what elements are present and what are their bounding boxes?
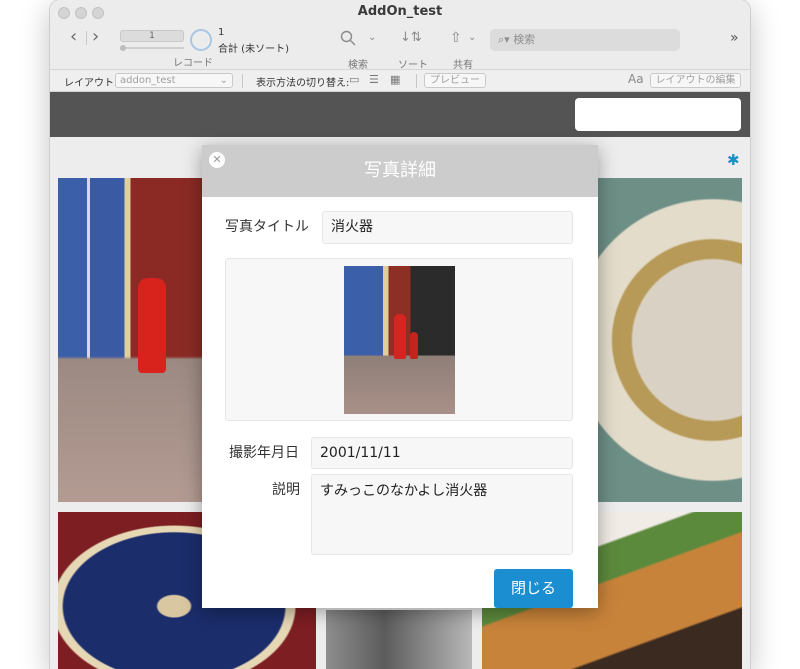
extinguisher-image (138, 278, 166, 373)
dialog-title: 写真詳細 (364, 160, 436, 181)
record-caption: レコード (173, 58, 213, 69)
layout-select-value: addon_test (120, 75, 176, 86)
preview-button[interactable]: プレビュー (424, 73, 486, 88)
extinguisher-image (394, 314, 406, 359)
header-text-field[interactable] (575, 98, 741, 131)
record-count: 1 (218, 27, 225, 38)
total-sort-status: 合計 (未ソート) (218, 44, 289, 55)
chevron-down-icon: ⌄ (219, 75, 228, 86)
window-title: AddOn_test (357, 4, 443, 19)
extinguisher-image (410, 332, 418, 359)
close-icon[interactable]: ✕ (209, 152, 225, 168)
chevron-down-icon[interactable]: ⌄ (368, 32, 376, 43)
layout-label: レイアウト: (64, 78, 118, 89)
sort-caption: ソート (398, 60, 428, 71)
date-label: 撮影年月日 (229, 445, 299, 461)
search-input[interactable]: ⌕▾ 検索 (490, 29, 680, 51)
divider (242, 74, 243, 88)
chevron-double-right-icon[interactable]: » (730, 30, 739, 46)
share-icon[interactable]: ⇧ (450, 30, 462, 46)
divider (86, 31, 87, 45)
pie-chart-icon (190, 29, 212, 51)
photo-tile[interactable] (326, 610, 472, 669)
description-label: 説明 (272, 482, 300, 498)
record-slider-track[interactable] (120, 47, 184, 49)
layout-select[interactable]: addon_test ⌄ (115, 73, 233, 88)
record-slider-thumb[interactable] (120, 45, 126, 51)
next-record-button[interactable]: › (92, 28, 99, 46)
gear-icon[interactable]: ✱ (727, 151, 740, 169)
app-window: AddOn_test ‹ › 1 レコード 1 合計 (未ソート) ⌄ 検索 ↓… (50, 0, 750, 669)
photo-title-label: 写真タイトル (225, 219, 309, 235)
list-view-icon[interactable]: ☰ (369, 73, 379, 86)
toolbar: AddOn_test ‹ › 1 レコード 1 合計 (未ソート) ⌄ 検索 ↓… (50, 0, 750, 71)
record-number-field[interactable]: 1 (120, 30, 184, 42)
view-as-label: 表示方法の切り替え: (256, 78, 350, 89)
font-size-icon[interactable]: Aa (628, 72, 644, 86)
divider (416, 74, 417, 88)
table-view-icon[interactable]: ▦ (390, 73, 400, 86)
form-view-icon[interactable]: ▭ (349, 73, 359, 86)
chevron-down-icon[interactable]: ⌄ (468, 32, 476, 43)
photo-container (225, 258, 573, 421)
photo-tile[interactable] (58, 178, 203, 502)
previous-record-button[interactable]: ‹ (70, 28, 77, 46)
share-caption: 共有 (453, 60, 473, 71)
search-icon[interactable] (340, 30, 356, 50)
find-caption: 検索 (348, 60, 368, 71)
layout-bar: レイアウト: addon_test ⌄ 表示方法の切り替え: ▭ ☰ ▦ プレビ… (50, 70, 750, 92)
search-placeholder: 検索 (513, 33, 536, 46)
sort-icon[interactable]: ↓⇅ (400, 30, 422, 45)
photo-tile[interactable] (596, 178, 742, 502)
description-field[interactable]: すみっこのなかよし消火器 (311, 474, 573, 555)
search-icon: ⌕▾ (498, 33, 514, 46)
photo-title-field[interactable]: 消火器 (322, 211, 573, 244)
edit-layout-button[interactable]: レイアウトの編集 (650, 73, 741, 88)
photo-image[interactable] (344, 266, 455, 414)
close-button[interactable]: 閉じる (494, 569, 573, 608)
date-field[interactable]: 2001/11/11 (311, 437, 573, 469)
photo-detail-dialog: 写真詳細 ✕ 写真タイトル 消火器 撮影年月日 2001/11/11 説明 すみ… (202, 145, 598, 608)
